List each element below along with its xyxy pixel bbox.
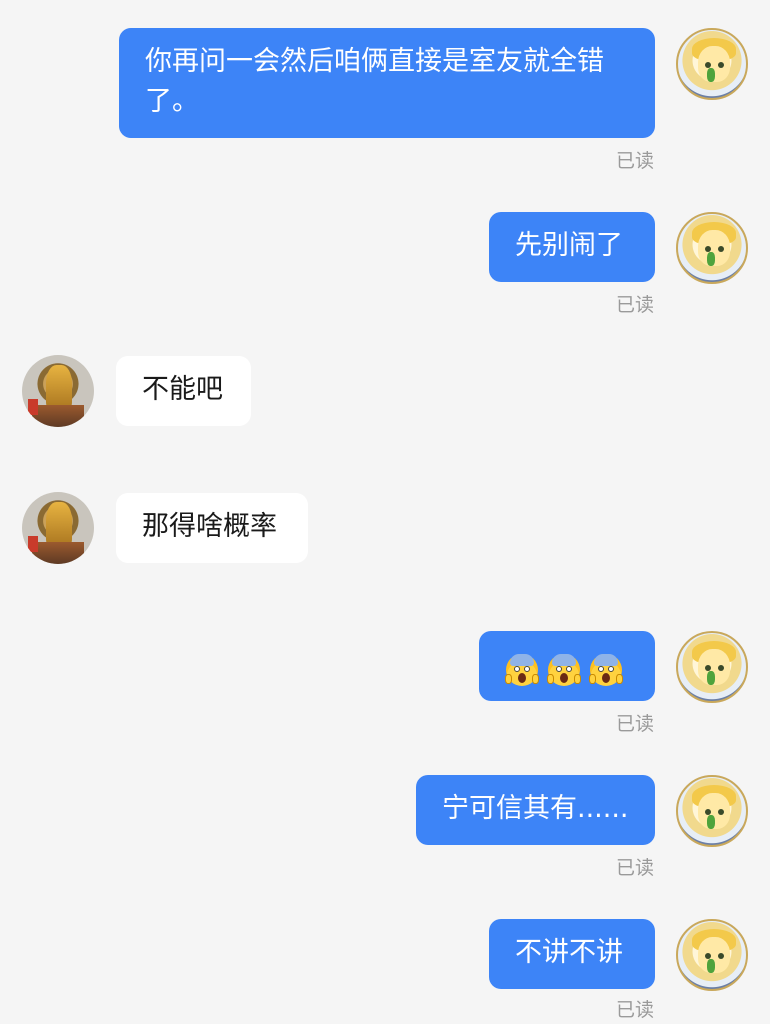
- message-bubble[interactable]: 你再问一会然后咱俩直接是室友就全错了。: [119, 28, 655, 138]
- face-screaming-in-fear-icon: [505, 653, 539, 686]
- message-bubble[interactable]: 不能吧: [116, 356, 251, 426]
- face-screaming-in-fear-icon: [589, 653, 623, 686]
- read-status: 已读: [615, 150, 654, 172]
- my-avatar[interactable]: [676, 919, 748, 991]
- contact-avatar[interactable]: [22, 492, 94, 564]
- face-screaming-in-fear-icon: [547, 653, 581, 686]
- read-status: 已读: [615, 857, 654, 879]
- my-avatar[interactable]: [676, 212, 748, 284]
- message-bubble[interactable]: [479, 631, 655, 701]
- chat-thread[interactable]: 你再问一会然后咱俩直接是室友就全错了。 已读 先别闹了 已读 不能吧 那得啥概率…: [0, 0, 770, 1024]
- message-text: 先别闹了: [515, 230, 623, 261]
- message-text: 那得啥概率: [142, 511, 277, 542]
- contact-avatar[interactable]: [22, 355, 94, 427]
- message-bubble[interactable]: 不讲不讲: [489, 919, 655, 989]
- message-bubble[interactable]: 宁可信其有......: [416, 775, 655, 845]
- message-text: 你再问一会然后咱俩直接是室友就全错了。: [145, 46, 604, 117]
- read-status: 已读: [615, 999, 654, 1021]
- my-avatar[interactable]: [676, 631, 748, 703]
- message-text: 宁可信其有......: [442, 793, 629, 824]
- read-status: 已读: [615, 713, 654, 735]
- my-avatar[interactable]: [676, 28, 748, 100]
- message-bubble[interactable]: 那得啥概率: [116, 493, 308, 563]
- message-text: 不讲不讲: [515, 937, 623, 968]
- read-status: 已读: [615, 294, 654, 316]
- message-bubble[interactable]: 先别闹了: [489, 212, 655, 282]
- message-text: 不能吧: [142, 374, 223, 405]
- my-avatar[interactable]: [676, 775, 748, 847]
